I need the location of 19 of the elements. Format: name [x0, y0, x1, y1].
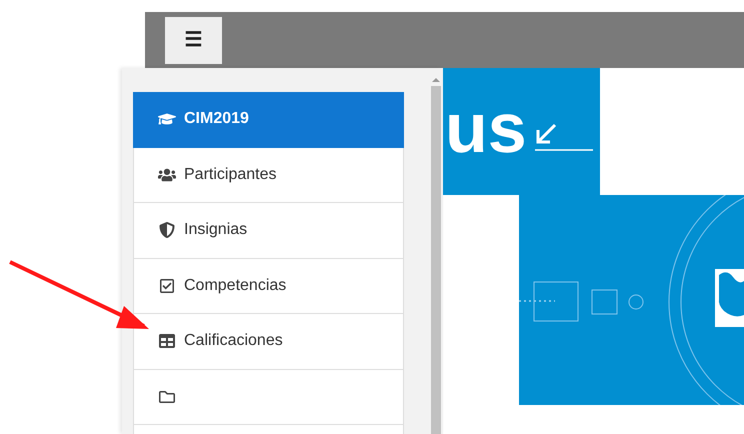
item-label: CIM2019: [184, 109, 249, 130]
graduation-cap-icon: [158, 111, 176, 128]
item-label: Calificaciones: [184, 331, 283, 352]
users-icon: [158, 166, 176, 183]
sidebar-item[interactable]: Insignias: [133, 203, 404, 258]
item-label: Insignias: [184, 220, 248, 240]
sidebar-item[interactable]: CIM2019: [133, 92, 404, 148]
sidebar-item[interactable]: Participantes: [133, 148, 404, 203]
table-icon: [158, 333, 176, 350]
sidebar-item[interactable]: Competencias: [133, 258, 404, 314]
item-label: Participantes: [184, 164, 276, 185]
arrow-icon: [534, 122, 595, 152]
shield-icon: [158, 222, 176, 238]
folder-icon: [158, 388, 176, 405]
sidebar-item[interactable]: Calificaciones: [133, 314, 404, 370]
checkbox-icon: [158, 278, 176, 294]
banner-heading: us: [445, 92, 527, 162]
menu-button[interactable]: ☰: [165, 16, 222, 64]
item-label: Competencias: [184, 276, 286, 296]
